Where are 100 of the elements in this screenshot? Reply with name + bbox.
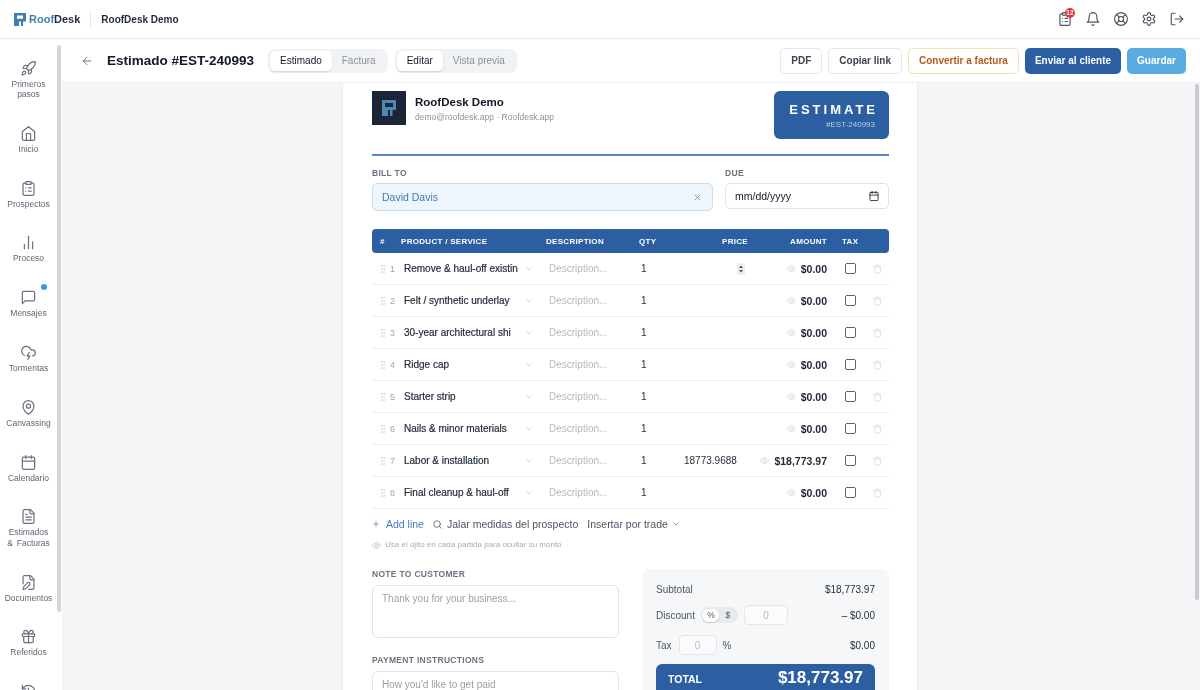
qty-field[interactable]: 1 — [641, 419, 679, 438]
eye-icon — [372, 540, 381, 550]
logout-icon[interactable] — [1170, 12, 1184, 26]
tax-checkbox[interactable] — [845, 391, 856, 402]
line-amount: $0.00 — [800, 294, 827, 307]
column-header: # — [379, 236, 386, 246]
mode-tab[interactable]: Editar — [396, 50, 443, 71]
trash-icon[interactable] — [873, 423, 882, 434]
chevron-down-icon — [525, 264, 533, 273]
trash-icon[interactable] — [873, 455, 882, 466]
sidebar-item[interactable]: Tormentas — [0, 333, 57, 388]
sidebar-item[interactable]: Prospectos — [0, 168, 57, 224]
tax-checkbox[interactable] — [845, 327, 856, 338]
due-date-field[interactable]: mm/dd/yyyy — [725, 183, 889, 209]
document-type-tab[interactable]: Estimado — [270, 50, 332, 71]
product-select[interactable]: 30-year architectural shi — [402, 327, 537, 338]
line-amount: $0.00 — [800, 486, 827, 499]
payment-instructions-field[interactable]: How you'd like to get paid — [372, 671, 619, 690]
tax-checkbox[interactable] — [845, 423, 856, 434]
description-field[interactable]: Description... — [544, 259, 630, 278]
product-select[interactable]: Starter strip — [402, 391, 537, 402]
eye-icon[interactable] — [786, 264, 796, 273]
trash-icon[interactable] — [873, 359, 882, 370]
trash-icon[interactable] — [873, 263, 882, 274]
convert-button[interactable]: Convertir a factura — [908, 47, 1019, 74]
trash-icon[interactable] — [873, 327, 882, 338]
close-icon[interactable] — [693, 192, 702, 202]
company-contact: demo@roofdesk.app · Roofdesk.app — [415, 111, 555, 122]
sidebar-item[interactable]: Referidos — [0, 617, 57, 673]
back-arrow-icon[interactable] — [81, 54, 93, 67]
line-amount: $0.00 — [800, 326, 827, 339]
description-field[interactable]: Description... — [544, 451, 630, 470]
qty-field[interactable]: 1 — [641, 355, 679, 374]
discount-mode-option[interactable]: % — [702, 608, 720, 622]
add-line-button[interactable]: Add line — [372, 516, 424, 532]
eye-icon[interactable] — [786, 488, 796, 497]
discount-mode-option[interactable]: $ — [719, 608, 737, 622]
product-select[interactable]: Ridge cap — [402, 359, 537, 370]
price-field[interactable]: 18773.9688 — [684, 451, 745, 470]
tax-rate-field[interactable]: 0 — [678, 635, 717, 655]
discount-field[interactable]: 0 — [743, 605, 788, 625]
tax-checkbox[interactable] — [845, 295, 856, 306]
sidebar-item[interactable]: Documentos — [0, 562, 57, 618]
stepper-icon[interactable] — [737, 262, 745, 275]
qty-field[interactable]: 1 — [641, 387, 679, 406]
trash-icon[interactable] — [873, 487, 882, 498]
qty-field[interactable]: 1 — [641, 451, 679, 470]
eye-icon[interactable] — [786, 360, 796, 369]
eye-icon[interactable] — [786, 296, 796, 305]
tax-checkbox[interactable] — [845, 359, 856, 370]
product-select[interactable]: Remove & haul-off existin — [402, 263, 537, 274]
pdf-button[interactable]: PDF — [780, 47, 823, 74]
trash-icon[interactable] — [873, 391, 882, 402]
calendar-icon[interactable] — [869, 191, 879, 201]
product-select[interactable]: Felt / synthetic underlay — [402, 295, 537, 306]
product-select[interactable]: Final cleanup & haul-off — [402, 487, 537, 498]
product-select[interactable]: Nails & minor materials — [402, 423, 537, 434]
eye-icon[interactable] — [786, 424, 796, 433]
insert-by-trade-button[interactable]: Insertar por trade — [587, 516, 680, 532]
send-button[interactable]: Enviar al cliente — [1024, 47, 1122, 74]
qty-field[interactable]: 1 — [641, 483, 679, 502]
qty-field[interactable]: 1 — [641, 323, 679, 342]
eye-icon[interactable] — [760, 456, 770, 465]
lifebuoy-icon[interactable] — [1114, 12, 1128, 26]
product-select[interactable]: Labor & installation — [402, 455, 537, 466]
sidebar-item[interactable]: Inicio — [0, 113, 57, 169]
tax-checkbox[interactable] — [845, 263, 856, 274]
bell-icon[interactable] — [1086, 12, 1100, 26]
sidebar-item[interactable]: Canvassing — [0, 387, 57, 443]
sidebar-item[interactable]: Primeros pasos — [0, 48, 57, 114]
description-field[interactable]: Description... — [544, 419, 630, 438]
note-field[interactable]: Thank you for your business... — [372, 585, 619, 638]
column-header: QTY — [638, 236, 658, 246]
trash-icon[interactable] — [873, 295, 882, 306]
eye-icon[interactable] — [786, 328, 796, 337]
sidebar-item[interactable]: Mensajes — [0, 278, 57, 333]
settings-icon[interactable] — [1142, 12, 1156, 26]
scrollbar-thumb[interactable] — [1195, 84, 1199, 600]
tax-unit: % — [722, 639, 732, 651]
chevron-down-icon — [525, 456, 533, 465]
tax-checkbox[interactable] — [845, 487, 856, 498]
column-header: DESCRIPTION — [545, 236, 605, 246]
description-field[interactable]: Description... — [544, 291, 630, 310]
plus-icon — [372, 520, 380, 528]
bill-to-field[interactable]: David Davis — [372, 183, 713, 211]
description-field[interactable]: Description... — [544, 355, 630, 374]
copy-link-button[interactable]: Copiar link — [828, 47, 902, 74]
scrollbar-thumb[interactable] — [57, 45, 61, 612]
pull-measurements-button[interactable]: Jalar medidas del prospecto — [432, 516, 579, 532]
total-label: TOTAL — [668, 673, 703, 685]
description-field[interactable]: Description... — [544, 387, 630, 406]
sidebar-item[interactable]: Estimados & Facturas — [0, 497, 57, 563]
sidebar-item[interactable]: Calendario — [0, 442, 57, 498]
description-field[interactable]: Description... — [544, 483, 630, 502]
qty-field[interactable]: 1 — [641, 259, 679, 278]
description-field[interactable]: Description... — [544, 323, 630, 342]
eye-icon[interactable] — [786, 392, 796, 401]
qty-field[interactable]: 1 — [641, 291, 679, 310]
tax-checkbox[interactable] — [845, 455, 856, 466]
sidebar-item[interactable]: Proceso — [0, 223, 57, 279]
